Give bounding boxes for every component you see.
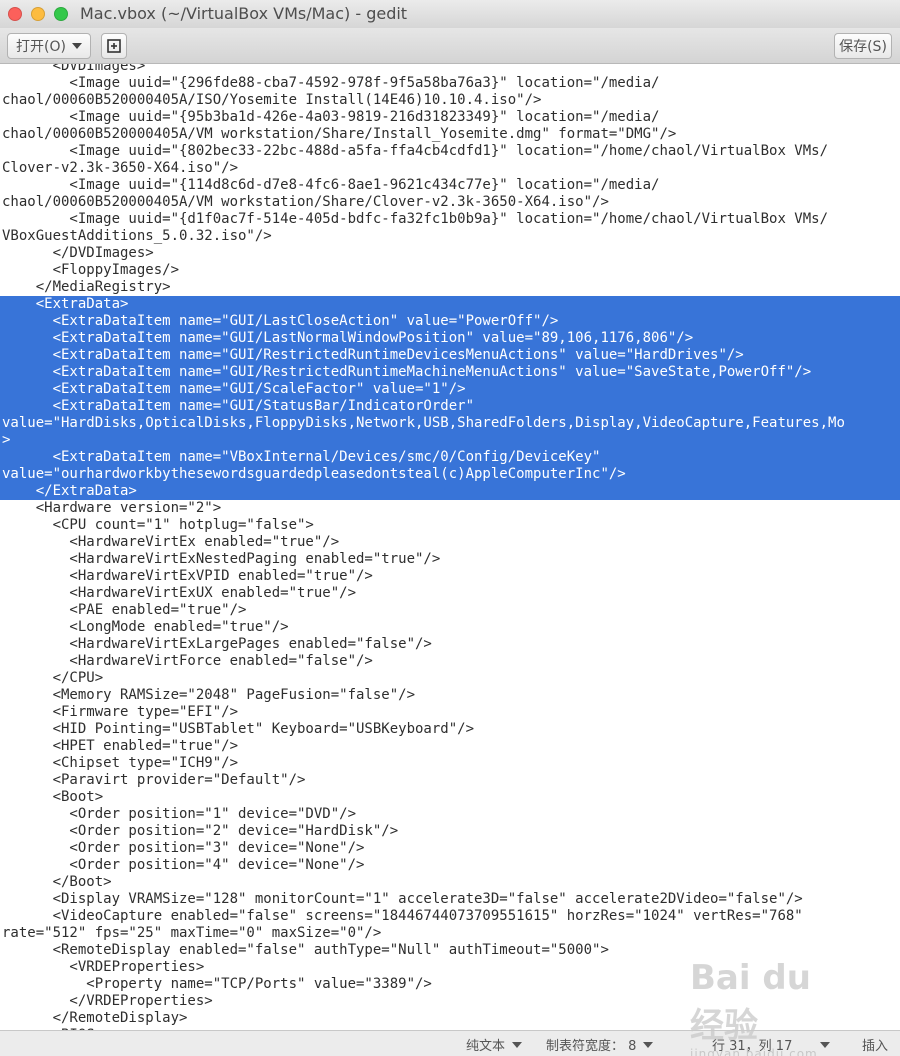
new-document-icon — [107, 39, 121, 53]
code-line: value="ourhardworkbythesewordsguardedple… — [2, 466, 626, 482]
code-line: chaol/00060B520000405A/ISO/Yosemite Inst… — [2, 92, 542, 108]
code-line: <Memory RAMSize="2048" PageFusion="false… — [2, 687, 416, 703]
code-line: <CPU count="1" hotplug="false"> — [2, 517, 314, 533]
code-line: value="HardDisks,OpticalDisks,FloppyDisk… — [2, 415, 845, 431]
minimize-window-button[interactable] — [31, 7, 45, 21]
chevron-down-icon — [643, 1041, 654, 1048]
text-editor[interactable]: <DVDImages> <Image uuid="{296fde88-cba7-… — [0, 64, 900, 1030]
chevron-down-icon — [512, 1041, 523, 1048]
watermark-brand: Bai du 经验 — [690, 958, 811, 1046]
code-line: <FloppyImages/> — [2, 262, 180, 278]
insert-mode-label: 插入 — [862, 1039, 889, 1054]
watermark-url: jingyan.baidu.com — [690, 1047, 818, 1056]
code-line: <HardwareVirtForce enabled="false"/> — [2, 653, 373, 669]
close-window-button[interactable] — [8, 7, 22, 21]
code-line: <HardwareVirtExLargePages enabled="false… — [2, 636, 432, 652]
code-line: </RemoteDisplay> — [2, 1010, 188, 1026]
code-line: <ExtraDataItem name="GUI/LastNormalWindo… — [2, 330, 694, 346]
zoom-window-button[interactable] — [54, 7, 68, 21]
insert-mode-indicator: 插入 — [862, 1035, 888, 1054]
code-line: <PAE enabled="true"/> — [2, 602, 247, 618]
code-line: <HardwareVirtExNestedPaging enabled="tru… — [2, 551, 441, 567]
code-line: <Boot> — [2, 789, 104, 805]
code-line: chaol/00060B520000405A/VM workstation/Sh… — [2, 126, 677, 142]
code-line: <VRDEProperties> — [2, 959, 205, 975]
code-line: <Order position="1" device="DVD"/> — [2, 806, 357, 822]
code-line: <ExtraDataItem name="GUI/LastCloseAction… — [2, 313, 559, 329]
code-line: </ExtraData> — [2, 483, 137, 499]
code-line: VBoxGuestAdditions_5.0.32.iso"/> — [2, 228, 272, 244]
code-line: <Image uuid="{296fde88-cba7-4592-978f-9f… — [2, 75, 660, 91]
code-line: <ExtraDataItem name="GUI/StatusBar/Indic… — [2, 398, 475, 414]
code-line: <Chipset type="ICH9"/> — [2, 755, 239, 771]
code-line: <Order position="2" device="HardDisk"/> — [2, 823, 399, 839]
code-line: <LongMode enabled="true"/> — [2, 619, 289, 635]
code-line: </Boot> — [2, 874, 112, 890]
code-line: <HardwareVirtExUX enabled="true"/> — [2, 585, 357, 601]
code-line: <RemoteDisplay enabled="false" authType=… — [2, 942, 609, 958]
code-line: <Order position="4" device="None"/> — [2, 857, 365, 873]
code-line: <Firmware type="EFI"/> — [2, 704, 239, 720]
code-line: <HPET enabled="true"/> — [2, 738, 239, 754]
title-bar: Mac.vbox (~/VirtualBox VMs/Mac) - gedit — [0, 0, 900, 28]
code-line: chaol/00060B520000405A/VM workstation/Sh… — [2, 194, 609, 210]
code-line: <HardwareVirtExVPID enabled="true"/> — [2, 568, 373, 584]
code-line: </VRDEProperties> — [2, 993, 213, 1009]
code-line: <Hardware version="2"> — [2, 500, 222, 516]
code-line: <HardwareVirtEx enabled="true"/> — [2, 534, 340, 550]
code-line: <ExtraDataItem name="GUI/RestrictedRunti… — [2, 364, 812, 380]
code-line: <Image uuid="{d1f0ac7f-514e-405d-bdfc-fa… — [2, 211, 829, 227]
code-line: <ExtraDataItem name="GUI/RestrictedRunti… — [2, 347, 744, 363]
code-line: <Property name="TCP/Ports" value="3389"/… — [2, 976, 432, 992]
code-line: <Image uuid="{95b3ba1d-426e-4a03-9819-21… — [2, 109, 660, 125]
code-line: <Image uuid="{114d8c6d-d7e8-4fc6-8ae1-96… — [2, 177, 660, 193]
new-document-button[interactable] — [101, 33, 127, 59]
code-line: <HID Pointing="USBTablet" Keyboard="USBK… — [2, 721, 475, 737]
code-line: <Order position="3" device="None"/> — [2, 840, 365, 856]
code-line: > — [2, 432, 11, 448]
code-line: <ExtraDataItem name="GUI/ScaleFactor" va… — [2, 381, 466, 397]
tab-width-selector[interactable]: 制表符宽度： 8 — [546, 1035, 654, 1054]
code-line: </MediaRegistry> — [2, 279, 171, 295]
language-label: 纯文本 — [466, 1039, 506, 1054]
code-line: <ExtraData> — [2, 296, 129, 312]
save-button[interactable]: 保存(S) — [834, 33, 892, 59]
chevron-down-icon — [72, 43, 82, 49]
open-button-label: 打开(O) — [16, 39, 66, 55]
code-line: <DVDImages> — [2, 64, 146, 74]
tab-width-label: 制表符宽度： 8 — [546, 1039, 637, 1054]
code-line: <Image uuid="{802bec33-22bc-488d-a5fa-ff… — [2, 143, 829, 159]
window-title: Mac.vbox (~/VirtualBox VMs/Mac) - gedit — [80, 4, 408, 23]
open-button[interactable]: 打开(O) — [7, 33, 91, 59]
code-line: <Paravirt provider="Default"/> — [2, 772, 306, 788]
window-controls — [8, 7, 68, 21]
code-line: <Display VRAMSize="128" monitorCount="1"… — [2, 891, 803, 907]
language-selector[interactable]: 纯文本 — [466, 1035, 523, 1054]
code-line: <ExtraDataItem name="VBoxInternal/Device… — [2, 449, 601, 465]
code-line: <VideoCapture enabled="false" screens="1… — [2, 908, 803, 924]
toolbar: 打开(O) 保存(S) — [0, 28, 900, 64]
code-line: </CPU> — [2, 670, 104, 686]
code-line: </DVDImages> — [2, 245, 154, 261]
watermark-logo: Bai du 经验 jingyan.baidu.com — [690, 958, 850, 1056]
code-line: rate="512" fps="25" maxTime="0" maxSize=… — [2, 925, 382, 941]
code-line: Clover-v2.3k-3650-X64.iso"/> — [2, 160, 239, 176]
